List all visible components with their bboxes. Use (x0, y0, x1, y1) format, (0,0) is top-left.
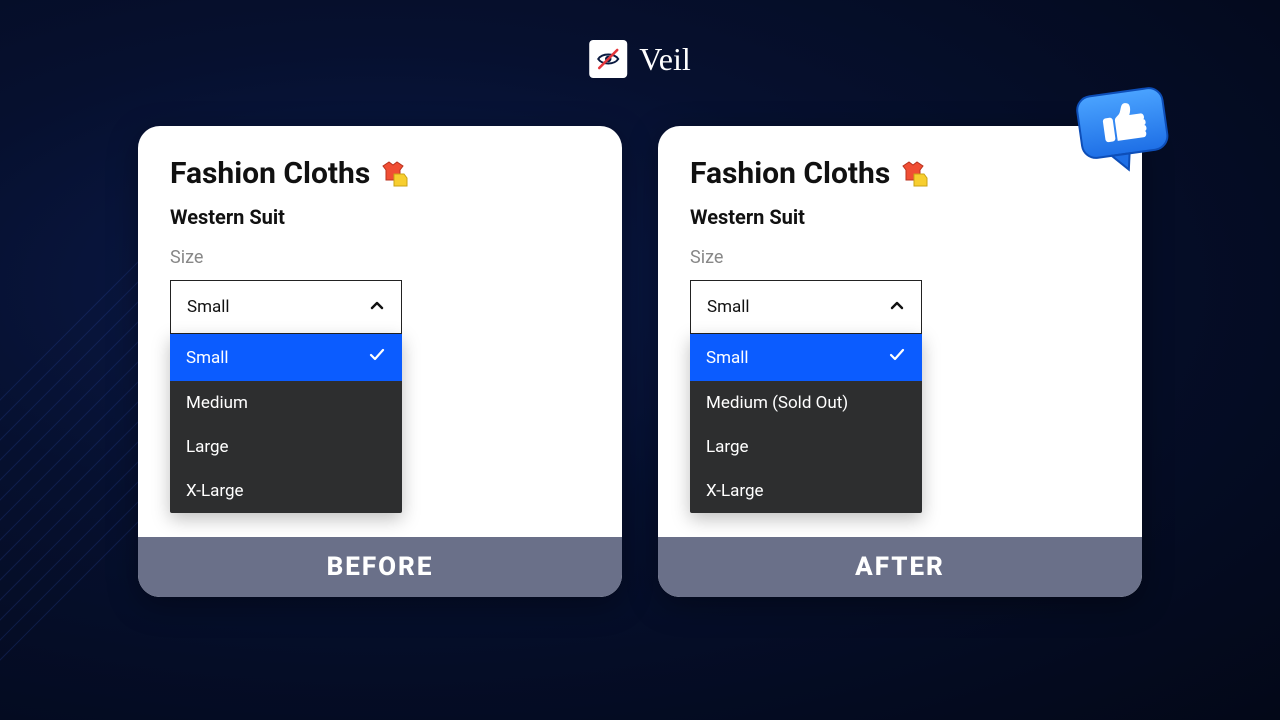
check-icon (888, 346, 906, 369)
card-title-text: Fashion Cloths (170, 156, 370, 191)
size-option-small[interactable]: Small (170, 334, 402, 381)
card-title: Fashion Cloths (170, 156, 590, 191)
size-option-label: Medium (186, 393, 248, 413)
brand-name: Veil (639, 41, 691, 78)
size-select[interactable]: Small (690, 280, 922, 334)
size-option-label: Small (186, 348, 229, 368)
size-option-large[interactable]: Large (690, 425, 922, 469)
size-select-value: Small (707, 297, 750, 317)
size-option-medium-soldout[interactable]: Medium (Sold Out) (690, 381, 922, 425)
size-option-label: X-Large (186, 481, 244, 501)
product-name: Western Suit (690, 205, 1110, 229)
chevron-up-icon (369, 295, 385, 319)
brand-header: Veil (589, 40, 691, 78)
size-option-label: X-Large (706, 481, 764, 501)
size-select-value: Small (187, 297, 230, 317)
size-option-small[interactable]: Small (690, 334, 922, 381)
product-name: Western Suit (170, 205, 590, 229)
card-footer-label: AFTER (658, 537, 1142, 597)
size-label: Size (170, 247, 590, 268)
cloths-icon (380, 160, 410, 188)
card-after: Fashion Cloths Western Suit Size Small (658, 126, 1142, 597)
cloths-icon (900, 160, 930, 188)
size-option-label: Small (706, 348, 749, 368)
card-title-text: Fashion Cloths (690, 156, 890, 191)
size-option-label: Large (706, 437, 749, 457)
size-option-medium[interactable]: Medium (170, 381, 402, 425)
size-option-label: Medium (Sold Out) (706, 393, 848, 413)
size-option-xlarge[interactable]: X-Large (170, 469, 402, 513)
size-dropdown: Small Medium (Sold Out) Large X-Large (690, 334, 922, 513)
size-option-large[interactable]: Large (170, 425, 402, 469)
check-icon (368, 346, 386, 369)
size-option-label: Large (186, 437, 229, 457)
brand-icon (589, 40, 627, 78)
chevron-up-icon (889, 295, 905, 319)
card-title: Fashion Cloths (690, 156, 1110, 191)
size-label: Size (690, 247, 1110, 268)
size-select[interactable]: Small (170, 280, 402, 334)
card-before: Fashion Cloths Western Suit Size Small (138, 126, 622, 597)
size-option-xlarge[interactable]: X-Large (690, 469, 922, 513)
card-footer-label: BEFORE (138, 537, 622, 597)
size-dropdown: Small Medium Large X-Large (170, 334, 402, 513)
